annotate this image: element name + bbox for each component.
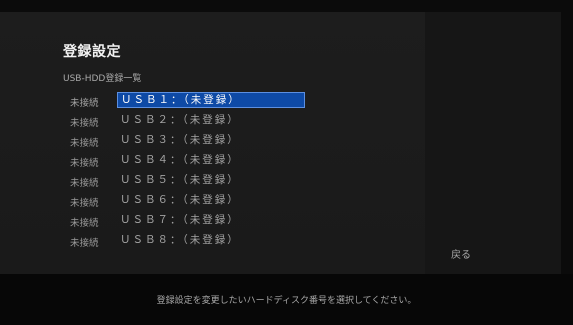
usb-entry-button[interactable]: ＵＳＢ２：（未登録）	[117, 112, 305, 128]
connection-status: 未接続	[70, 198, 99, 209]
settings-screen: 登録設定 USB-HDD登録一覧 未接続 ＵＳＢ１：（未登録） 未接続 ＵＳＢ２…	[0, 0, 573, 325]
usb-entry-button[interactable]: ＵＳＢ６：（未登録）	[117, 192, 305, 208]
connection-status: 未接続	[70, 98, 99, 109]
usb-entry-button[interactable]: ＵＳＢ３：（未登録）	[117, 132, 305, 148]
usb-list: 未接続 ＵＳＢ１：（未登録） 未接続 ＵＳＢ２：（未登録） 未接続 ＵＳＢ３：（…	[70, 90, 310, 250]
connection-status: 未接続	[70, 138, 99, 149]
usb-row-8[interactable]: 未接続 ＵＳＢ８：（未登録）	[70, 230, 310, 250]
usb-entry-button[interactable]: ＵＳＢ７：（未登録）	[117, 212, 305, 228]
usb-row-5[interactable]: 未接続 ＵＳＢ５：（未登録）	[70, 170, 310, 190]
usb-row-4[interactable]: 未接続 ＵＳＢ４：（未登録）	[70, 150, 310, 170]
usb-entry-button[interactable]: ＵＳＢ１：（未登録）	[117, 92, 305, 108]
usb-row-6[interactable]: 未接続 ＵＳＢ６：（未登録）	[70, 190, 310, 210]
section-label: USB-HDD登録一覧	[63, 74, 142, 84]
help-bar: 登録設定を変更したいハードディスク番号を選択してください。	[0, 274, 573, 325]
usb-entry-button[interactable]: ＵＳＢ４：（未登録）	[117, 152, 305, 168]
side-panel	[425, 12, 561, 274]
usb-entry-button[interactable]: ＵＳＢ５：（未登録）	[117, 172, 305, 188]
usb-row-2[interactable]: 未接続 ＵＳＢ２：（未登録）	[70, 110, 310, 130]
connection-status: 未接続	[70, 238, 99, 249]
connection-status: 未接続	[70, 218, 99, 229]
back-button[interactable]: 戻る	[451, 246, 471, 261]
connection-status: 未接続	[70, 178, 99, 189]
connection-status: 未接続	[70, 158, 99, 169]
connection-status: 未接続	[70, 118, 99, 129]
usb-entry-button[interactable]: ＵＳＢ８：（未登録）	[117, 232, 305, 248]
usb-row-3[interactable]: 未接続 ＵＳＢ３：（未登録）	[70, 130, 310, 150]
page-title: 登録設定	[63, 44, 121, 60]
help-text: 登録設定を変更したいハードディスク番号を選択してください。	[156, 296, 417, 306]
usb-row-1[interactable]: 未接続 ＵＳＢ１：（未登録）	[70, 90, 310, 110]
usb-row-7[interactable]: 未接続 ＵＳＢ７：（未登録）	[70, 210, 310, 230]
